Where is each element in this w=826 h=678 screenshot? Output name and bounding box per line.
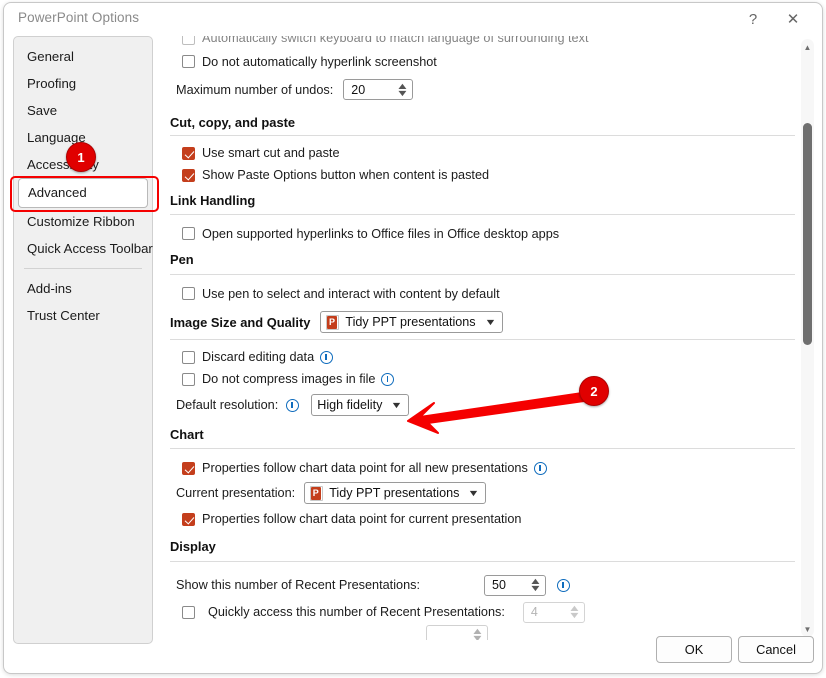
quick-access-stepper[interactable]: 4 ▲ ▼ (522, 601, 585, 623)
powerpoint-file-icon (326, 314, 340, 330)
quick-access-value: 4 (530, 605, 538, 619)
option-props-follow-current[interactable]: Properties follow chart data point for c… (164, 507, 801, 531)
checkbox-discard-editing-data[interactable] (182, 350, 195, 364)
recent-presentations-row: Show this number of Recent Presentations… (164, 571, 801, 599)
recent-presentations-value: 50 (492, 578, 506, 592)
sidebar: General Proofing Save Language Accessibi… (13, 36, 153, 644)
stepper-arrows-icon[interactable]: ▲ ▼ (396, 80, 412, 99)
max-undos-label: Maximum number of undos: (176, 82, 334, 97)
sidebar-item-add-ins[interactable]: Add-ins (14, 275, 152, 302)
scrollbar-thumb[interactable] (803, 123, 812, 345)
divider (170, 135, 795, 136)
chevron-down-icon[interactable]: ▼ (391, 400, 403, 410)
title-bar: PowerPoint Options ? ✕ (4, 3, 822, 35)
default-resolution-label: Default resolution: (176, 398, 279, 412)
sidebar-item-general[interactable]: General (14, 43, 152, 70)
checkbox-show-paste-options[interactable] (182, 168, 195, 182)
sidebar-item-proofing[interactable]: Proofing (14, 70, 152, 97)
option-use-pen[interactable]: Use pen to select and interact with cont… (164, 282, 801, 305)
checkbox-props-follow-all-new[interactable] (182, 461, 195, 475)
option-quick-access-recent[interactable]: Quickly access this number of Recent Pre… (164, 599, 801, 625)
option-smart-cut-paste[interactable]: Use smart cut and paste (164, 142, 801, 164)
section-pen: Pen (170, 252, 194, 267)
checkbox-do-not-compress[interactable] (182, 372, 195, 386)
sidebar-item-save[interactable]: Save (14, 97, 152, 124)
option-open-supported-hyperlinks[interactable]: Open supported hyperlinks to Office file… (164, 222, 801, 245)
checkbox-use-pen[interactable] (182, 287, 195, 300)
annotation-badge-1: 1 (66, 142, 96, 172)
image-size-presentation-dropdown[interactable]: Tidy PPT presentations ▼ (320, 311, 503, 333)
scroll-up-arrow-icon[interactable]: ▲ (801, 40, 814, 54)
checkbox-smart-cut-paste[interactable] (182, 146, 195, 160)
default-resolution-dropdown[interactable]: High fidelity ▼ (311, 394, 410, 416)
max-undos-row: Maximum number of undos: 20 ▲ ▼ (164, 74, 801, 105)
max-undos-value: 20 (351, 82, 366, 97)
scroll-down-arrow-icon[interactable]: ▼ (801, 622, 814, 636)
section-chart: Chart (170, 426, 204, 442)
checkbox-auto-switch-keyboard[interactable] (182, 36, 195, 45)
annotation-badge-2: 2 (579, 376, 609, 406)
page-title: PowerPoint Options (18, 10, 140, 25)
stepper-arrows-icon[interactable]: ▲ ▼ (568, 603, 584, 622)
scrollbar[interactable]: ▲ ▼ (801, 39, 814, 637)
close-icon[interactable]: ✕ (776, 5, 810, 33)
info-icon[interactable] (286, 398, 300, 412)
options-content-pane: Automatically switch keyboard to match l… (164, 36, 801, 640)
divider (170, 561, 795, 562)
checkbox-quick-access-recent[interactable] (182, 605, 195, 619)
checkbox-open-supported-hyperlinks[interactable] (182, 227, 195, 240)
divider (170, 448, 795, 449)
recent-presentations-stepper[interactable]: 50 ▲ ▼ (484, 574, 547, 596)
sidebar-item-customize-ribbon[interactable]: Customize Ribbon (14, 208, 152, 235)
ok-button[interactable]: OK (656, 636, 732, 663)
stepper-arrows-icon[interactable]: ▲ ▼ (529, 576, 545, 595)
option-auto-switch-keyboard[interactable]: Automatically switch keyboard to match l… (164, 36, 801, 49)
option-discard-editing-data[interactable]: Discard editing data (164, 346, 801, 368)
divider (170, 274, 795, 275)
sidebar-item-quick-access-toolbar[interactable]: Quick Access Toolbar (14, 235, 153, 262)
stepper-arrows-icon[interactable]: ▲ ▼ (471, 626, 487, 640)
divider (170, 339, 795, 340)
divider (170, 214, 795, 215)
option-do-not-compress[interactable]: Do not compress images in file (164, 368, 801, 390)
current-presentation-value: Tidy PPT presentations (329, 486, 460, 500)
powerpoint-options-dialog: PowerPoint Options ? ✕ General Proofing … (3, 2, 823, 674)
help-icon[interactable]: ? (736, 5, 770, 33)
info-icon[interactable] (381, 372, 395, 386)
checkbox-props-follow-current[interactable] (182, 512, 195, 526)
current-presentation-dropdown[interactable]: Tidy PPT presentations ▼ (304, 482, 487, 504)
section-link-handling: Link Handling (170, 192, 256, 208)
powerpoint-file-icon (310, 485, 324, 501)
chevron-down-icon[interactable]: ▼ (468, 488, 480, 498)
info-icon[interactable] (320, 350, 334, 364)
current-presentation-row: Current presentation: Tidy PPT presentat… (164, 479, 801, 507)
option-show-paste-options[interactable]: Show Paste Options button when content i… (164, 164, 801, 186)
section-cut-copy-paste: Cut, copy, and paste (170, 114, 296, 130)
current-presentation-label: Current presentation: (176, 486, 296, 500)
default-resolution-row: Default resolution: High fidelity ▼ (164, 390, 801, 420)
max-undos-stepper[interactable]: 20 ▲ ▼ (343, 79, 414, 100)
image-size-presentation-value: Tidy PPT presentations (345, 315, 476, 329)
section-display: Display (170, 538, 216, 554)
chevron-down-icon[interactable]: ▼ (484, 317, 496, 327)
info-icon[interactable] (557, 578, 571, 592)
sidebar-divider (24, 268, 142, 269)
section-image-size-quality: Image Size and Quality Tidy PPT presenta… (164, 305, 801, 339)
info-icon[interactable] (533, 461, 547, 475)
clipped-stepper[interactable]: ▲ ▼ (426, 624, 488, 640)
option-hyperlink-screenshot[interactable]: Do not automatically hyperlink screensho… (164, 49, 801, 74)
sidebar-item-trust-center[interactable]: Trust Center (14, 302, 152, 329)
checkbox-hyperlink-screenshot[interactable] (182, 55, 195, 68)
recent-presentations-label: Show this number of Recent Presentations… (176, 578, 421, 592)
annotation-highlight-advanced (10, 176, 159, 212)
cancel-button[interactable]: Cancel (738, 636, 814, 663)
option-props-follow-all-new[interactable]: Properties follow chart data point for a… (164, 457, 801, 479)
default-resolution-value: High fidelity (317, 398, 383, 412)
